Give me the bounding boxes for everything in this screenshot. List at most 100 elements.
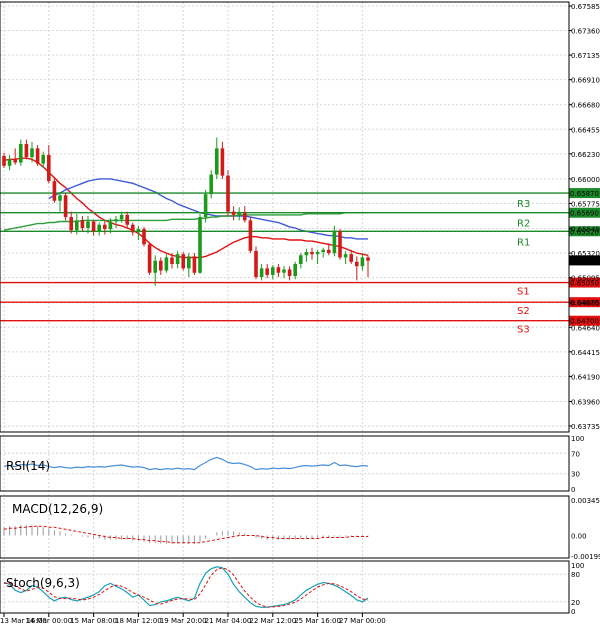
price-tick-label: 0.66680 [571, 102, 600, 110]
level-price-label: 0.65690 [570, 210, 599, 218]
rsi-content: 100 70 30 0 [0, 435, 584, 494]
price-tick-label: 0.64415 [571, 349, 600, 357]
candle-body [187, 256, 191, 269]
price-tick-label: 0.65545 [571, 226, 600, 234]
candle-body [30, 148, 34, 158]
candle-body [203, 194, 208, 218]
candle-body [131, 224, 135, 233]
candle-body [170, 257, 174, 264]
candle-body [80, 220, 85, 228]
candle-body [366, 257, 370, 261]
candle-body [103, 224, 107, 230]
candle-body [136, 229, 141, 233]
rsi-panel-frame [0, 435, 570, 492]
candle-body [243, 212, 247, 221]
time-tick-label: 21 Mar 04:00 [205, 617, 252, 625]
rsi-panel: 100 70 30 0 RSI(14) [0, 435, 584, 494]
time-tick-label: 19 Mar 20:00 [160, 617, 207, 625]
candle-body [355, 261, 359, 267]
candle-body [142, 229, 146, 245]
level-name-r1: R1 [517, 237, 530, 248]
candles [2, 137, 370, 286]
candle-body [220, 148, 225, 176]
macd-tick-label: -0.001999 [571, 553, 600, 561]
price-tick-label: 0.65095 [571, 275, 600, 283]
candle-body [147, 244, 152, 273]
price-tick-label: 0.66000 [571, 176, 600, 184]
candle-body [237, 212, 241, 215]
candle-body [265, 268, 269, 275]
rsi-tick-label: 100 [571, 435, 584, 443]
stochastic-tick-label: 80 [571, 571, 580, 579]
time-tick-label: 15 Mar 08:00 [70, 617, 117, 625]
rsi-tick-label: 70 [571, 450, 580, 458]
price-tick-label: 0.64640 [571, 324, 600, 332]
candle-body [35, 148, 40, 164]
macd-signal-line [3, 525, 368, 544]
candle-body [86, 221, 90, 228]
candle-body [209, 174, 213, 195]
candle-body [282, 269, 286, 273]
candle-body [327, 249, 331, 254]
candle-body [175, 254, 180, 264]
candle-body [164, 257, 169, 271]
price-tick-label: 0.63960 [571, 398, 600, 406]
candle-body [47, 154, 51, 182]
candle-body [19, 144, 23, 163]
price-tick-label: 0.63735 [571, 423, 600, 431]
candle-body [287, 269, 292, 276]
price-panel: R30.65870R20.65690R10.65520S10.65050S20.… [0, 1, 600, 613]
price-tick-label: 0.67135 [571, 52, 600, 60]
price-panel-frame [0, 1, 570, 433]
price-tick-label: 0.64865 [571, 300, 600, 308]
candle-body [153, 260, 157, 273]
candle-body [7, 159, 12, 166]
time-tick-label: 14 Mar 00:00 [25, 617, 72, 625]
level-price-label: 0.65870 [570, 190, 599, 198]
candle-body [231, 211, 236, 215]
candle-body [321, 249, 325, 252]
candle-body [181, 254, 185, 269]
candle-body [254, 250, 258, 278]
time-axis: 13 Mar 16:0014 Mar 00:0015 Mar 08:0018 M… [0, 613, 386, 625]
stochastic-panel: 10080 200 Stoch(9,6,3) [0, 560, 584, 616]
candle-body [91, 221, 96, 232]
time-tick-label: 22 Mar 12:00 [249, 617, 296, 625]
moving-average-line [3, 212, 368, 231]
candle-body [52, 181, 57, 201]
candle-body [215, 148, 219, 175]
chart-canvas: R30.65870R20.65690R10.65520S10.65050S20.… [0, 1, 600, 625]
candle-body [271, 267, 275, 275]
moving-average-line [48, 178, 368, 240]
candle-body [108, 221, 113, 230]
rsi-tick-label: 30 [571, 471, 580, 479]
macd-tick-label: 0.003453 [571, 497, 600, 505]
candle-body [119, 214, 124, 220]
macd-title: MACD(12,26,9) [12, 502, 103, 516]
candle-body [24, 144, 29, 158]
time-tick-label: 18 Mar 12:00 [115, 617, 162, 625]
candle-body [299, 255, 303, 264]
candle-body [248, 220, 253, 251]
candle-body [259, 268, 264, 278]
candle-body [75, 220, 79, 231]
price-grid [0, 2, 569, 613]
current-price-label: 0.65253 [570, 257, 599, 265]
price-tick-label: 0.66910 [571, 77, 600, 85]
level-name-s1: S1 [517, 287, 530, 298]
stochastic-tick-label: 20 [571, 599, 580, 607]
candle-body [276, 267, 281, 273]
candle-body [58, 195, 62, 201]
candle-body [293, 264, 297, 276]
stochastic-content: 10080 200 [0, 562, 584, 616]
candle-body [315, 252, 320, 255]
candle-body [198, 217, 202, 273]
price-tick-label: 0.67360 [571, 28, 600, 36]
candle-body [304, 252, 309, 256]
stochastic-tick-label: 0 [571, 608, 575, 616]
price-tick-label: 0.64190 [571, 373, 600, 381]
candle-body [2, 156, 6, 166]
stochastic-title: Stoch(9,6,3) [6, 576, 80, 590]
candle-body [192, 256, 197, 273]
candle-body [125, 214, 129, 225]
